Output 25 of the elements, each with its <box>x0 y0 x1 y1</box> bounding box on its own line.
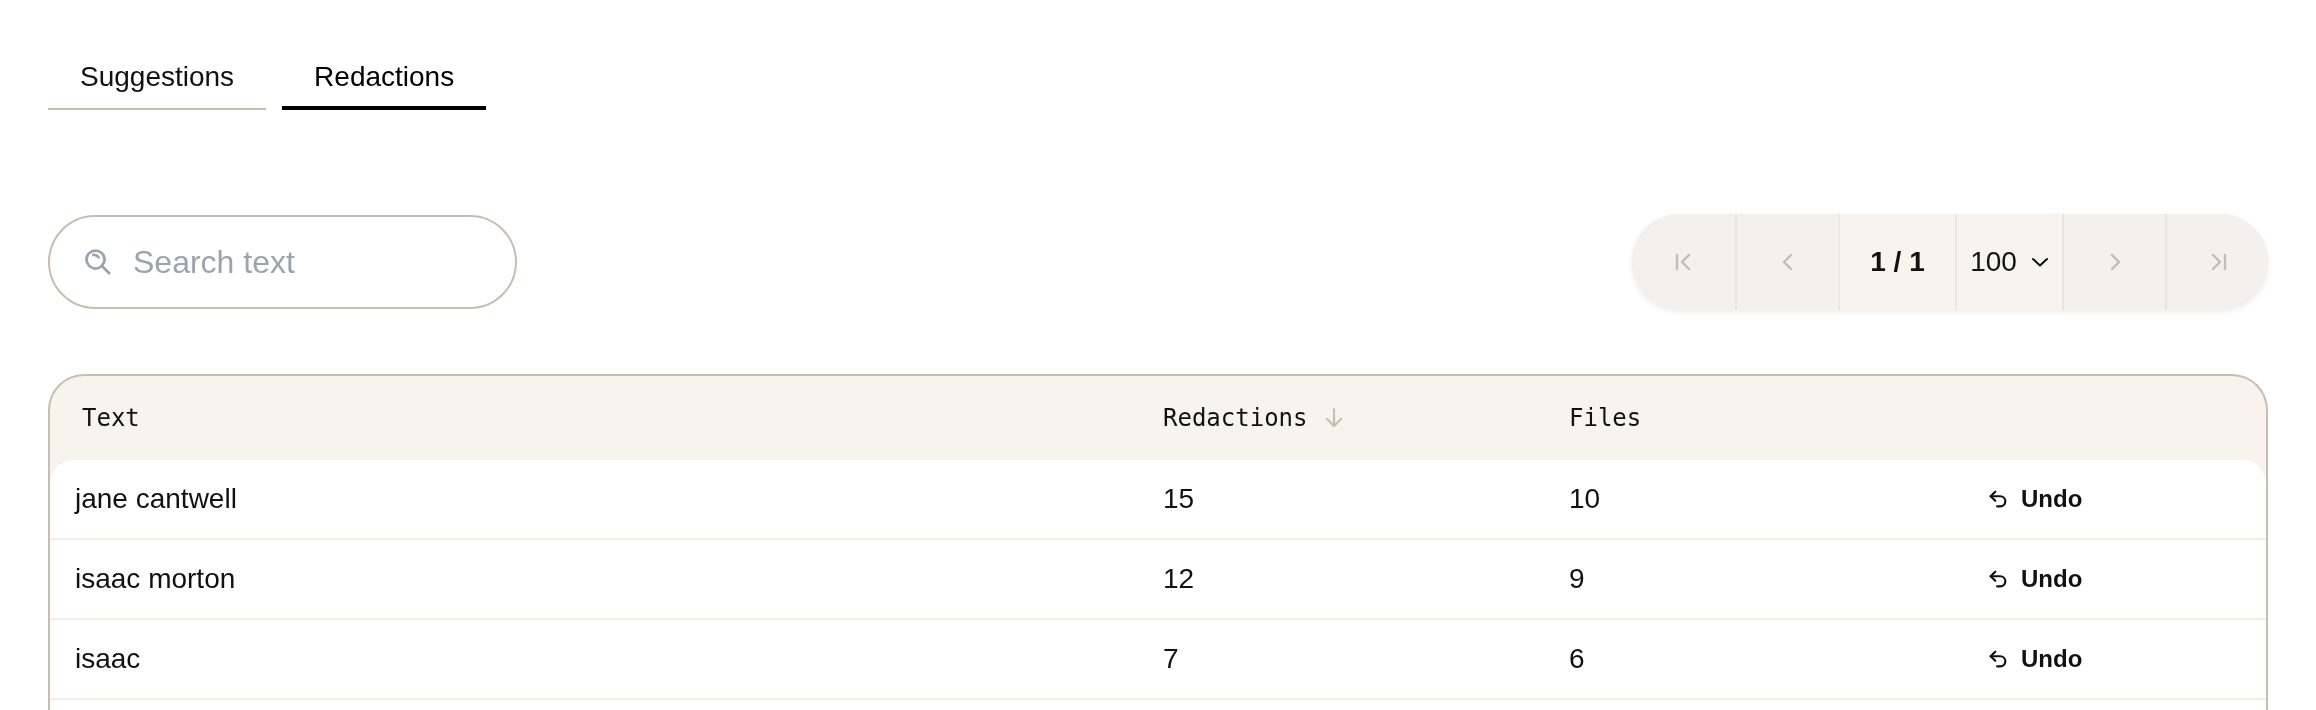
column-header: Redactions <box>1163 403 1308 434</box>
undo-icon <box>1987 488 2009 510</box>
page-indicator: 1 / 1 <box>1838 214 1955 310</box>
undo-button[interactable]: Undo <box>1987 561 2083 597</box>
page-size-dropdown[interactable]: 100 <box>1955 214 2062 310</box>
tab[interactable]: Redactions <box>282 57 487 110</box>
column-header: Files <box>1569 403 1642 434</box>
column-header: Text <box>82 403 140 434</box>
undo-button[interactable]: Undo <box>1987 481 2083 517</box>
table-cell: 12 <box>1163 563 1195 594</box>
undo-button[interactable]: Undo <box>1987 641 2083 677</box>
table-cell: isaac morton <box>75 563 236 594</box>
table-cell: isaac <box>75 643 141 674</box>
table-cell: 9 <box>1569 563 1585 594</box>
table-cell: 6 <box>1569 643 1585 674</box>
table-cell: 15 <box>1163 483 1195 514</box>
undo-icon <box>1987 568 2009 590</box>
search-icon <box>83 247 113 277</box>
table-cell: jane cantwell <box>75 483 237 514</box>
tab[interactable]: Suggestions <box>48 57 267 110</box>
chevron-down-icon <box>2030 256 2049 268</box>
search-field[interactable]: Search text <box>48 215 517 309</box>
undo-icon <box>1987 648 2009 670</box>
table-cell: 10 <box>1569 483 1601 514</box>
table-cell: 7 <box>1163 643 1179 674</box>
